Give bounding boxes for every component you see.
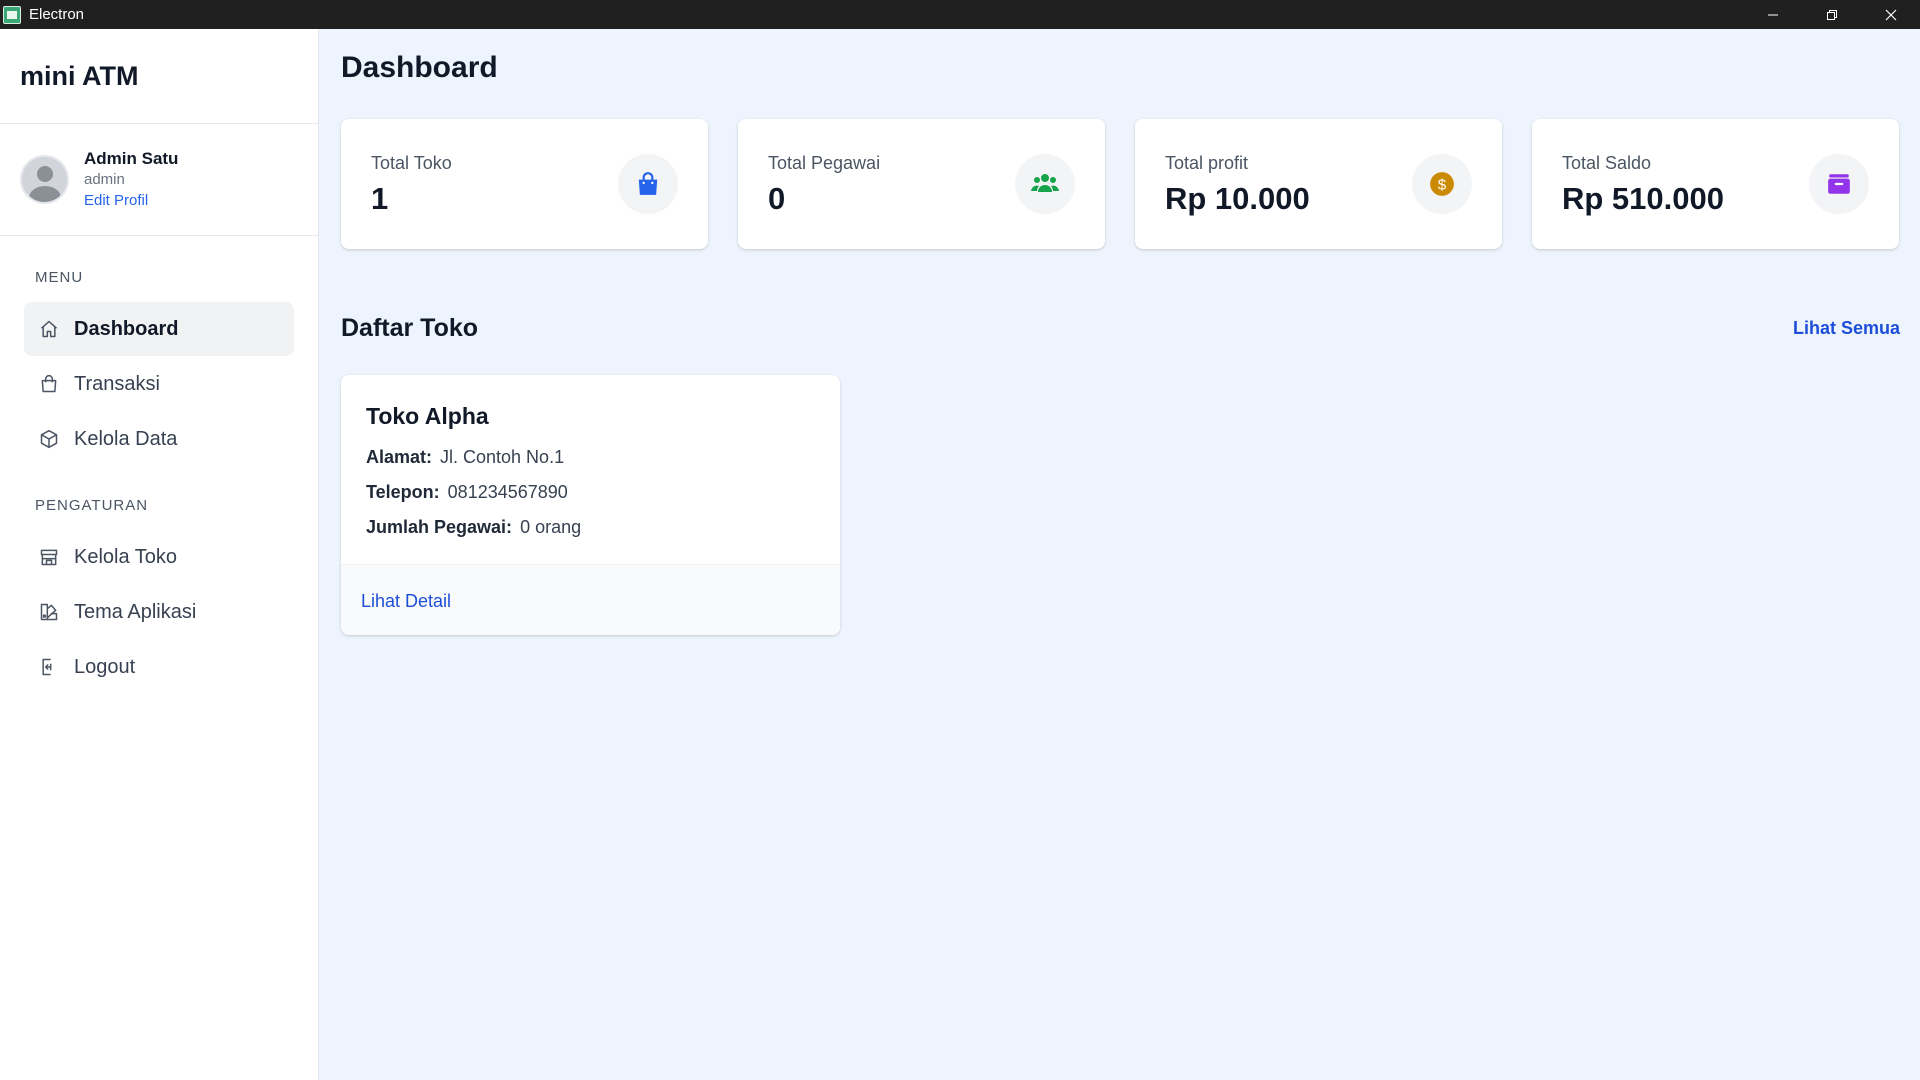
settings-section-label: PENGATURAN: [35, 497, 149, 514]
store-card: Toko Alpha Alamat: Jl. Contoh No.1 Telepo…: [341, 375, 840, 635]
store-phone-row: Telepon: 081234567890: [366, 482, 568, 503]
store-address-label: Alamat:: [366, 447, 433, 467]
home-icon: [38, 318, 60, 340]
edit-profile-link[interactable]: Edit Profil: [84, 190, 178, 212]
sidebar-item-transaksi[interactable]: Transaksi: [24, 357, 294, 411]
profile-role: admin: [84, 170, 125, 188]
store-employees: 0 orang: [520, 517, 582, 537]
stat-label: Total Saldo: [1562, 153, 1652, 173]
stat-value: Rp 10.000: [1165, 181, 1310, 216]
sidebar-item-tema-aplikasi[interactable]: Tema Aplikasi: [24, 585, 294, 639]
shopping-bag-icon: [618, 154, 678, 214]
store-phone-label: Telepon:: [366, 482, 440, 502]
sidebar: mini ATM Admin Satu admin Edit Profil ME…: [0, 29, 319, 1080]
avatar: [20, 155, 69, 204]
stat-label: Total Toko: [371, 153, 452, 173]
shopping-bag-icon: [38, 373, 60, 395]
minimize-button[interactable]: [1743, 0, 1802, 29]
sidebar-item-dashboard[interactable]: Dashboard: [24, 302, 294, 356]
sidebar-item-label: Kelola Data: [74, 427, 178, 450]
window-title: Electron: [29, 6, 85, 23]
close-button[interactable]: [1861, 0, 1920, 29]
user-profile: Admin Satu admin Edit Profil: [0, 124, 318, 236]
store-name: Toko Alpha: [366, 403, 489, 429]
store-address-row: Alamat: Jl. Contoh No.1: [366, 447, 564, 468]
cube-icon: [38, 428, 60, 450]
users-icon: [1015, 154, 1075, 214]
profile-name: Admin Satu: [84, 148, 179, 168]
main-menu: Dashboard Transaksi Kelola Data: [0, 302, 318, 466]
stat-card-total-profit: Total profit Rp 10.000 $: [1135, 119, 1502, 249]
stat-card-total-toko: Total Toko 1: [341, 119, 708, 249]
minimize-icon: [1767, 14, 1778, 15]
sidebar-item-label: Tema Aplikasi: [74, 600, 197, 623]
window-titlebar: Electron: [0, 0, 1920, 29]
see-all-link[interactable]: Lihat Semua: [1793, 318, 1900, 339]
stat-label: Total profit: [1165, 153, 1249, 173]
stat-card-total-saldo: Total Saldo Rp 510.000: [1532, 119, 1899, 249]
stat-value: 1: [371, 181, 389, 216]
store-employees-row: Jumlah Pegawai: 0 orang: [366, 517, 581, 538]
dollar-coin-icon: $: [1412, 154, 1472, 214]
restore-button[interactable]: [1802, 0, 1861, 29]
restore-icon: [1826, 9, 1837, 20]
sidebar-item-label: Transaksi: [74, 372, 160, 395]
stat-value: Rp 510.000: [1562, 181, 1724, 216]
stat-label: Total Pegawai: [768, 153, 881, 173]
palette-icon: [38, 601, 60, 623]
sidebar-item-logout[interactable]: Logout: [24, 640, 294, 694]
menu-section-label: MENU: [35, 269, 84, 286]
sidebar-item-kelola-data[interactable]: Kelola Data: [24, 412, 294, 466]
app-icon: [3, 5, 21, 24]
store-card-footer: Lihat Detail: [341, 564, 840, 635]
sidebar-item-label: Logout: [74, 655, 136, 678]
brand-title: mini ATM: [20, 60, 139, 91]
sidebar-item-kelola-toko[interactable]: Kelola Toko: [24, 530, 294, 584]
store-list-title: Daftar Toko: [341, 314, 479, 342]
main-content: Dashboard Total Toko 1 Total Pegawai 0 T…: [320, 29, 1920, 1080]
logout-icon: [38, 656, 60, 678]
store-phone: 081234567890: [447, 482, 568, 502]
svg-text:$: $: [1438, 176, 1447, 193]
settings-menu: Kelola Toko Tema Aplikasi Logout: [0, 530, 318, 694]
store-detail-link[interactable]: Lihat Detail: [361, 591, 451, 612]
stat-value: 0: [768, 181, 786, 216]
store-address: Jl. Contoh No.1: [440, 447, 565, 467]
wallet-icon: [1809, 154, 1869, 214]
brand: mini ATM: [0, 29, 318, 124]
stat-card-total-pegawai: Total Pegawai 0: [738, 119, 1105, 249]
store-employees-label: Jumlah Pegawai:: [366, 517, 513, 537]
window-controls: [1743, 0, 1920, 29]
store-icon: [38, 546, 60, 568]
close-icon: [1885, 9, 1896, 20]
sidebar-item-label: Dashboard: [74, 317, 179, 340]
sidebar-item-label: Kelola Toko: [74, 545, 178, 568]
page-title: Dashboard: [341, 51, 498, 84]
